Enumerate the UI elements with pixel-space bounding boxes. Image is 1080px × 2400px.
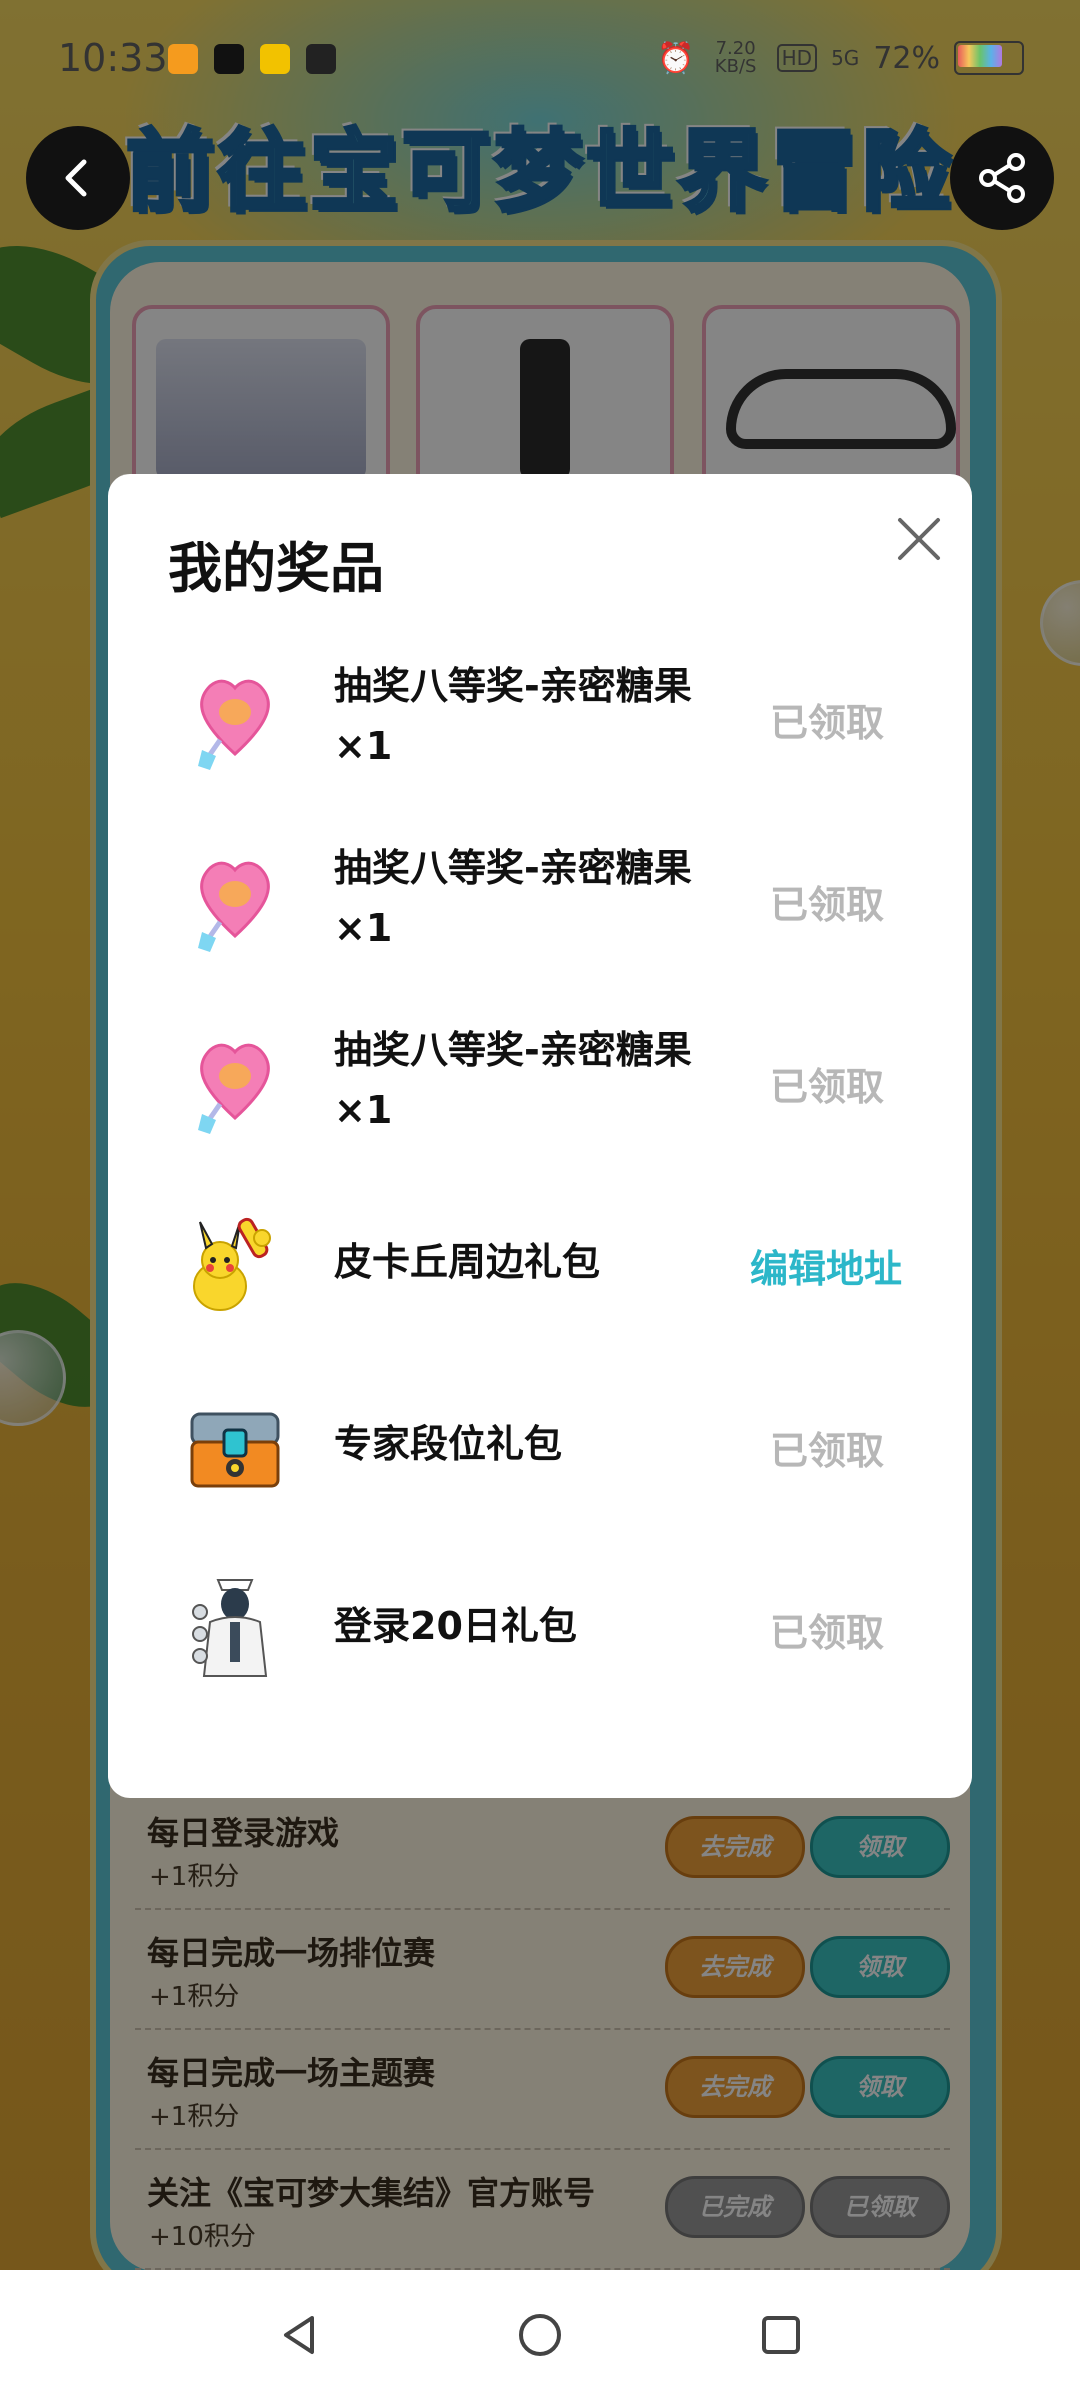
- edit-address-link[interactable]: 编辑地址: [750, 1238, 902, 1293]
- prize-name: 抽奖八等奖-亲密糖果×1: [334, 846, 692, 950]
- battery-icon: [954, 41, 1024, 75]
- lollipop-icon: [198, 861, 270, 952]
- claimed-status: 已领取: [769, 1065, 884, 1109]
- my-prizes-dialog: 我的奖品 抽奖八等奖-亲密糖果×1 已领取 抽奖八等奖-亲密糖果×1 已领取 抽…: [108, 474, 972, 1798]
- home-circle-icon[interactable]: [515, 2310, 565, 2360]
- prize-row: 皮卡丘周边礼包 编辑地址: [108, 1172, 972, 1354]
- chest-icon: [190, 1412, 280, 1488]
- costume-icon: [192, 1579, 268, 1677]
- claimed-status: 已领取: [769, 883, 884, 927]
- prize-row: 抽奖八等奖-亲密糖果×1 已领取: [108, 626, 972, 808]
- lollipop-icon: [198, 679, 270, 770]
- status-right: ⏰ 7.20 KB/S HD 5G 72%: [657, 40, 1024, 76]
- claimed-status: 已领取: [769, 1611, 884, 1655]
- app-notification-icon: [168, 44, 198, 74]
- hd-icon: HD: [776, 44, 818, 72]
- prize-name: 抽奖八等奖-亲密糖果×1: [334, 664, 692, 768]
- signal-icon: 5G: [831, 46, 860, 70]
- recents-square-icon[interactable]: [756, 2310, 806, 2360]
- dialog-title: 我的奖品: [168, 537, 384, 600]
- prize-row: 专家段位礼包 已领取: [108, 1354, 972, 1536]
- prize-name: 登录20日礼包: [334, 1604, 577, 1648]
- close-icon[interactable]: [888, 508, 950, 570]
- status-bar: 10:33 ⏰ 7.20 KB/S HD 5G 72%: [0, 0, 1080, 120]
- chevron-left-icon: [65, 159, 87, 197]
- app-notification-icon: [306, 44, 336, 74]
- alarm-icon: ⏰: [657, 40, 695, 76]
- back-button[interactable]: [26, 126, 130, 230]
- prize-name: 专家段位礼包: [334, 1422, 563, 1466]
- prize-name: 抽奖八等奖-亲密糖果×1: [334, 1028, 692, 1132]
- prize-row: 登录20日礼包 已领取: [108, 1536, 972, 1718]
- status-time: 10:33: [58, 36, 168, 80]
- pikachu-icon: [193, 1217, 271, 1311]
- system-nav-bar: [0, 2270, 1080, 2400]
- tiktok-icon: [214, 44, 244, 74]
- prize-row: 抽奖八等奖-亲密糖果×1 已领取: [108, 808, 972, 990]
- app-notification-icon: [260, 44, 290, 74]
- prize-row: 抽奖八等奖-亲密糖果×1 已领取: [108, 990, 972, 1172]
- lollipop-icon: [198, 1043, 270, 1134]
- share-icon: [979, 153, 1025, 203]
- claimed-status: 已领取: [769, 1429, 884, 1473]
- claimed-status: 已领取: [769, 701, 884, 745]
- net-speed: 7.20 KB/S: [714, 38, 757, 77]
- back-triangle-icon[interactable]: [274, 2310, 324, 2360]
- battery-percent: 72%: [873, 40, 940, 76]
- prize-name: 皮卡丘周边礼包: [334, 1240, 601, 1284]
- share-button[interactable]: [950, 126, 1054, 230]
